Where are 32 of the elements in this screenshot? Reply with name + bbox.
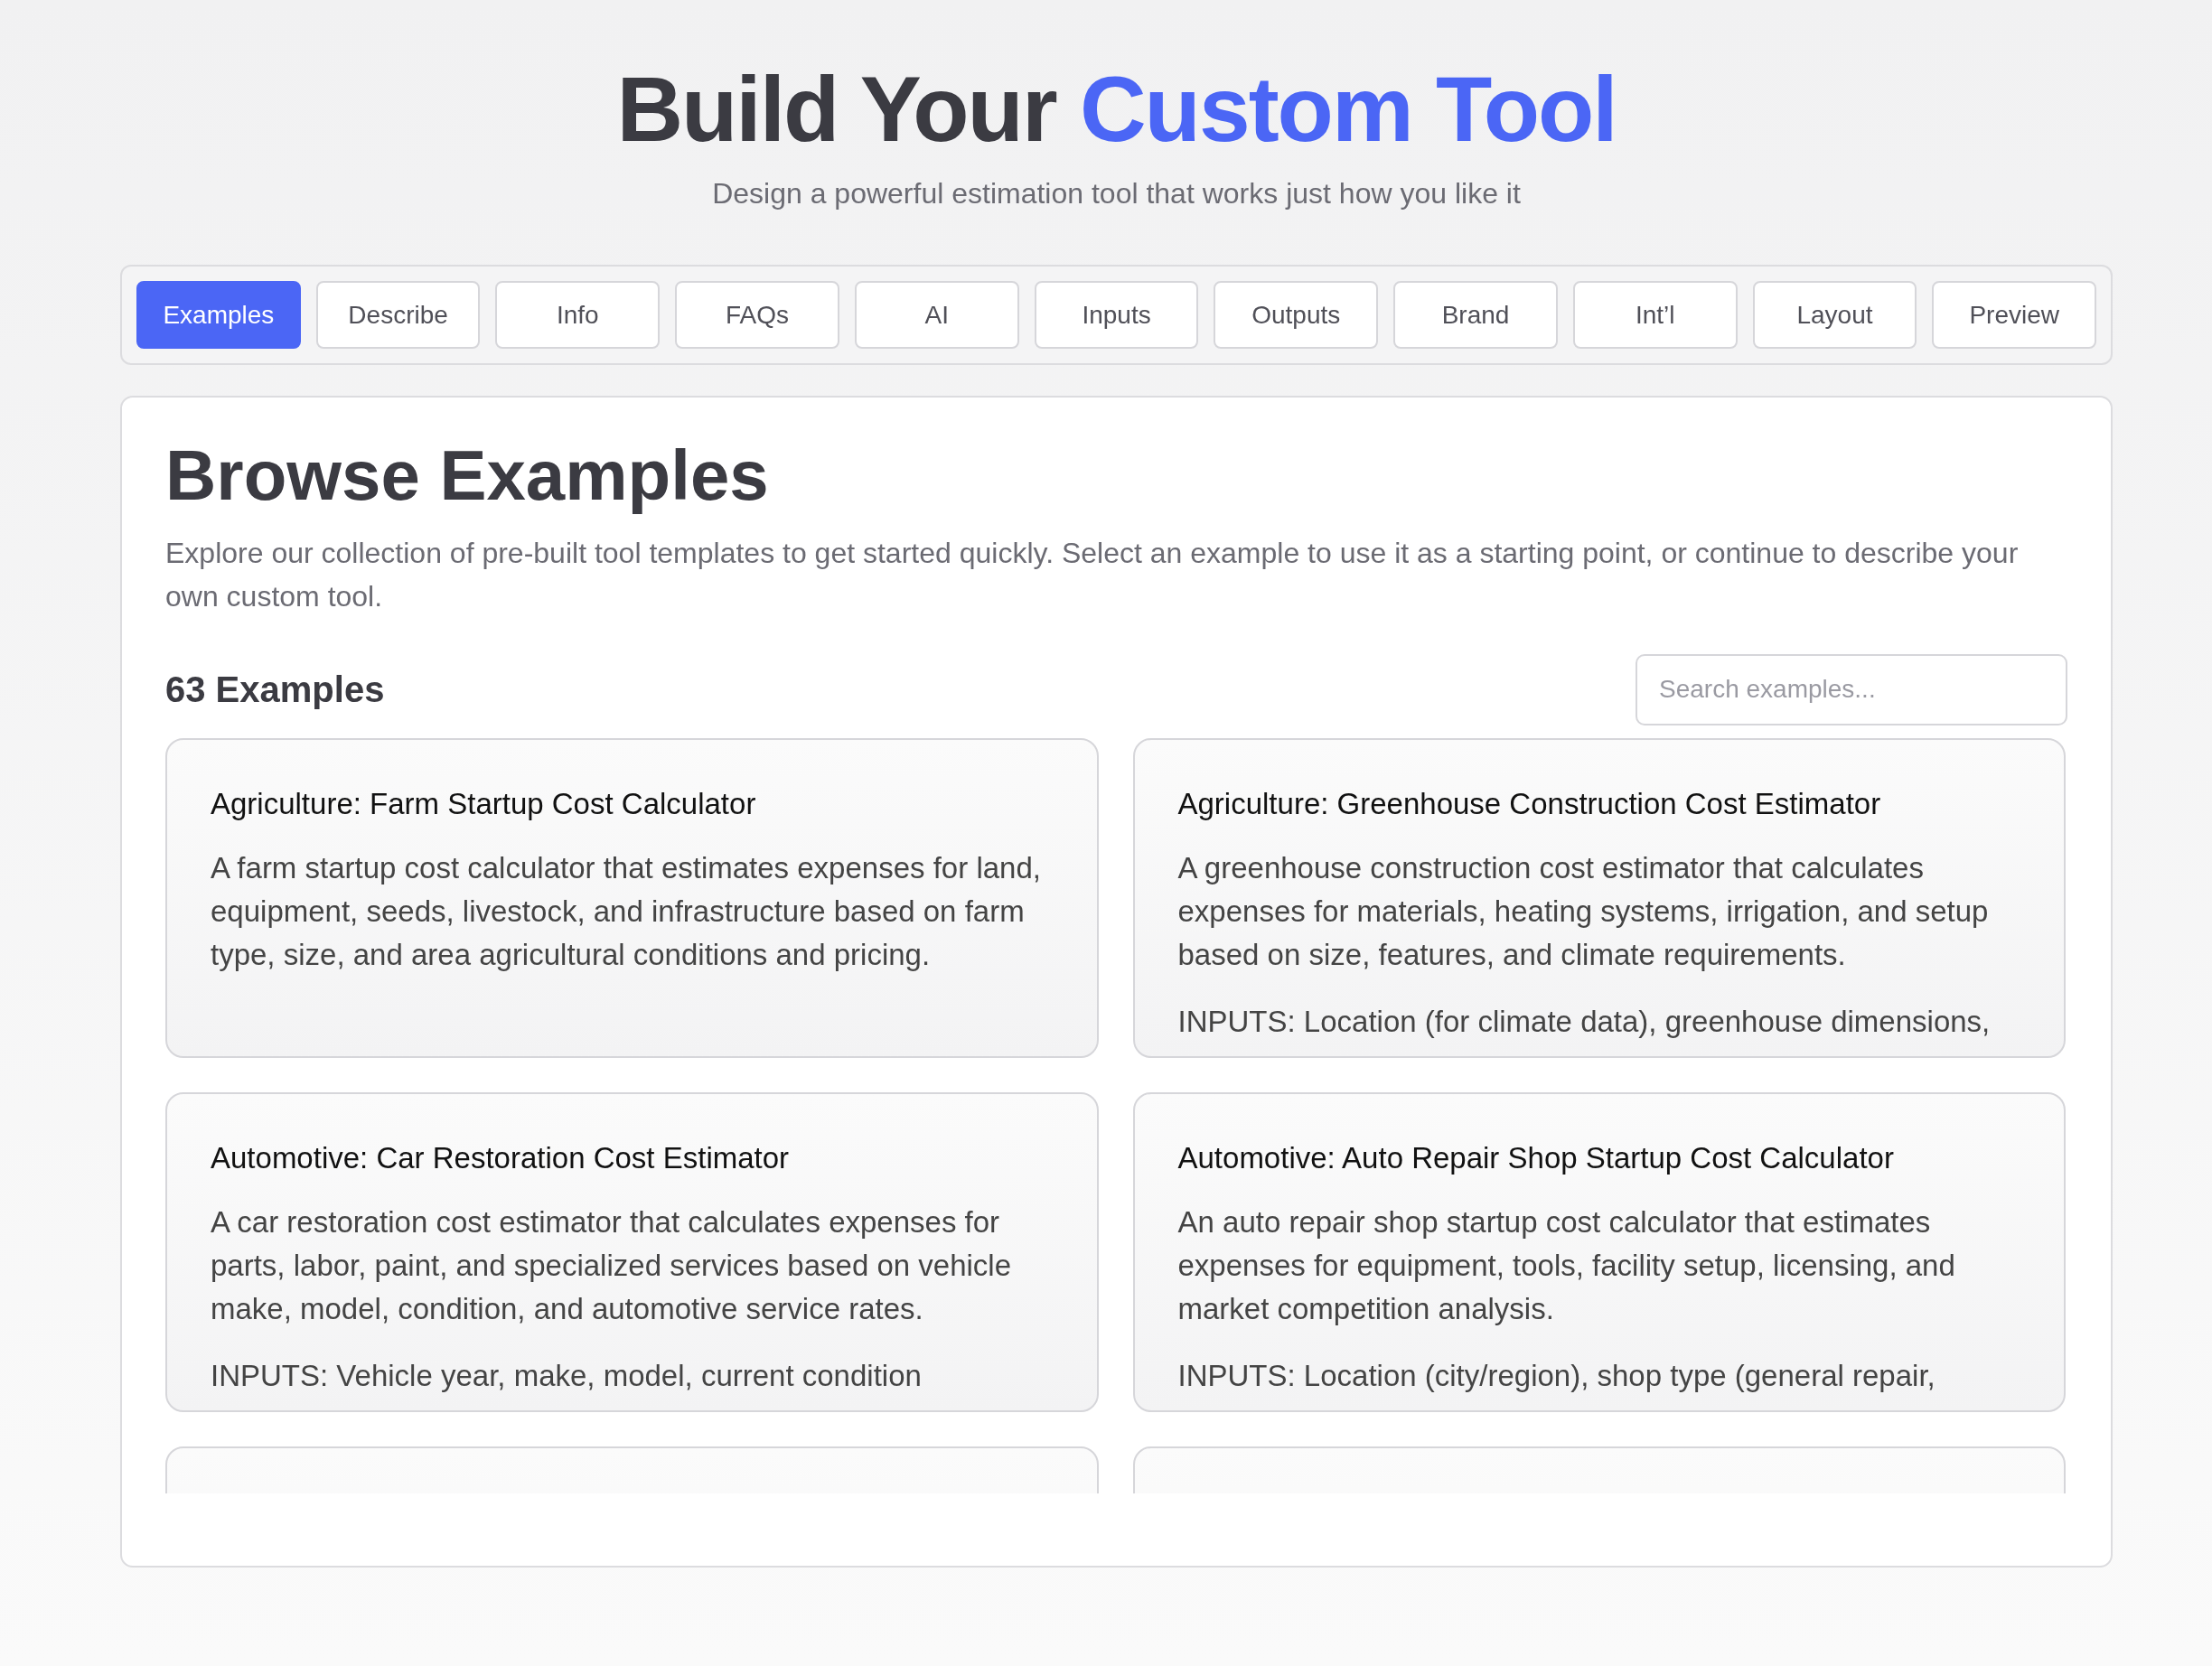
example-card[interactable]	[1132, 738, 2066, 1058]
page-title: Build Your Custom Tool	[616, 57, 1617, 163]
tab[interactable]: Int’l	[1572, 281, 1738, 350]
card-description: A greenhouse construction cost estimator that calculates expenses for materials, heating systems, irrigation, and setup based on size, features, and climate requirements.	[1177, 850, 1990, 973]
tab[interactable]: Layout	[1752, 281, 1917, 350]
card-description: An auto repair shop startup cost calculator that estimates expenses for equipment, tools, facility setup, licensing, and market competition analysis.	[1177, 1204, 1956, 1327]
page-subtitle: Design a powerful estimation tool that works just how you like it	[712, 177, 1521, 211]
tab[interactable]: Inputs	[1034, 281, 1199, 350]
tab[interactable]: Info	[495, 281, 661, 350]
examples-count: 63 Examples	[165, 669, 385, 710]
card-description: A car restoration cost estimator that calculates expenses for parts, labor, paint, and specialized services based on vehicle make, model, condition, and automotive service rates.	[211, 1204, 1013, 1327]
tab[interactable]: FAQs	[675, 281, 839, 350]
tab[interactable]: Examples	[136, 281, 301, 350]
card-inputs: INPUTS: Vehicle year, make, model, current condition	[211, 1358, 1054, 1394]
card-description: A farm startup cost calculator that estimates expenses for land, equipment, seeds, livestock, and infrastructure based on farm type, size, and area agricultural conditions and pricing.	[211, 850, 1042, 973]
example-card[interactable]	[1132, 1092, 2066, 1412]
example-card[interactable]	[165, 738, 1099, 1058]
tab[interactable]: AI	[854, 281, 1019, 350]
section-heading: Browse Examples	[165, 435, 770, 518]
card-title: Automotive: Car Restoration Cost Estimator	[211, 1141, 791, 1175]
card-title: Agriculture: Greenhouse Construction Cost Estimator	[1177, 787, 1882, 821]
search-field[interactable]: Search examples...	[1636, 654, 2067, 725]
card-inputs: INPUTS: Location (city/region), shop type (general repair,	[1177, 1358, 2020, 1394]
card-title: Automotive: Auto Repair Shop Startup Cost Calculator	[1177, 1141, 1895, 1175]
tab[interactable]: Brand	[1393, 281, 1558, 350]
card-inputs: INPUTS: Location (for climate data), greenhouse dimensions,	[1177, 1004, 2020, 1040]
example-card[interactable]	[165, 1092, 1099, 1412]
card-title: Agriculture: Farm Startup Cost Calculator	[211, 787, 757, 821]
tab[interactable]: Outputs	[1214, 281, 1379, 350]
tab[interactable]: Preview	[1932, 281, 2097, 350]
tab[interactable]: Describe	[315, 281, 481, 350]
section-description: Explore our collection of pre-built tool templates to get started quickly. Select an example to use it as a starting point, or continue to describe your own custom tool.	[165, 536, 2020, 614]
